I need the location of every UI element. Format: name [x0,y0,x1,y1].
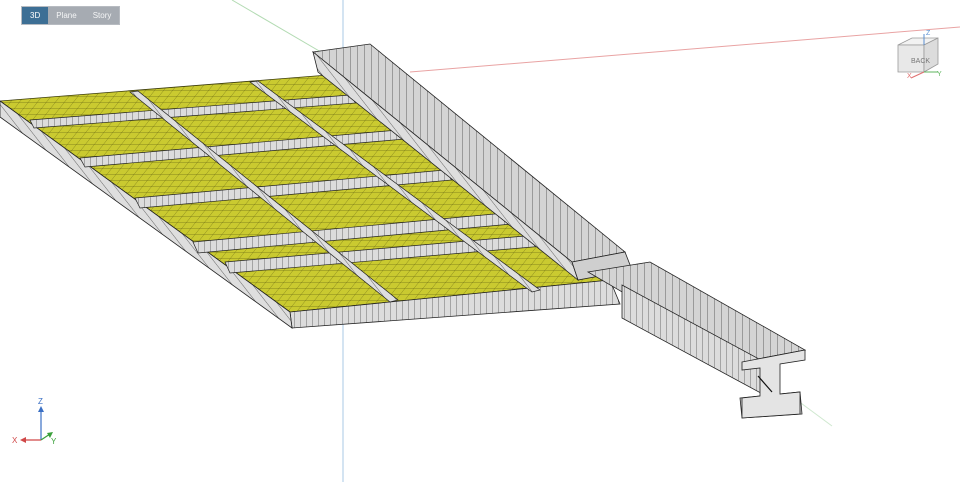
view-cube-z-label: Z [926,30,931,37]
view-cube[interactable]: BACK Z X Y [897,30,942,80]
i-beam-girder[interactable] [586,261,807,419]
view-cube-face-label: BACK [911,58,930,65]
view-cube-x-label: X [907,73,912,80]
view-cube-axis-x [910,71,925,79]
triad-y-label: Y [51,437,57,446]
triad-x-arrow-icon [20,437,26,443]
tab-plane[interactable]: Plane [48,7,85,24]
tab-3d[interactable]: 3D [22,7,49,24]
view-cube-y-label: Y [937,71,942,78]
triad-z-arrow-icon [38,406,44,412]
model-viewport[interactable]: BACK Z X Y Z X Y [0,0,960,482]
view-mode-tabs: 3D Plane Story [21,6,121,25]
axis-triad: Z X Y [12,397,57,446]
triad-z-label: Z [38,397,43,406]
triad-x-label: X [12,436,18,445]
global-x-axis-line [409,26,960,73]
tab-story[interactable]: Story [84,7,120,24]
